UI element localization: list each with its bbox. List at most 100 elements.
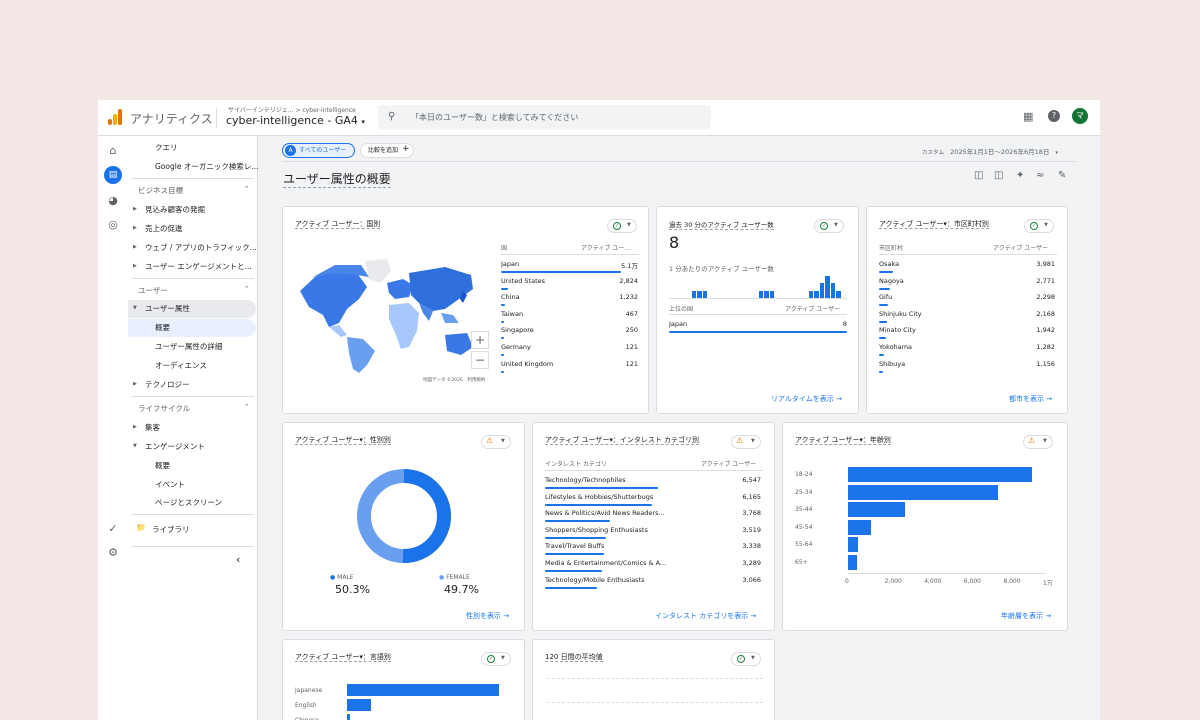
- nav-item-acquisition[interactable]: 集客: [145, 422, 160, 433]
- table-row-label[interactable]: Japan: [501, 260, 519, 268]
- status-dropdown[interactable]: ✓ ▼: [1024, 219, 1054, 233]
- nav-item-organic-search[interactable]: Google オーガニック検索レ...: [155, 161, 258, 172]
- table-row-label[interactable]: Shinjuku City: [879, 310, 922, 318]
- card-title[interactable]: アクティブ ユーザー▾：言語別: [295, 652, 391, 662]
- table-row-label[interactable]: United States: [501, 277, 545, 285]
- edit-comparisons-icon[interactable]: ◫: [974, 170, 983, 181]
- date-range-picker[interactable]: カスタム 2025年1月1日～2026年6月18日 ▾: [922, 146, 1058, 156]
- age-bar[interactable]: [848, 467, 1033, 482]
- zoom-in-button[interactable]: +: [471, 331, 489, 349]
- reports-icon[interactable]: ▤: [104, 166, 122, 184]
- minute-bar[interactable]: [764, 290, 769, 298]
- share-icon[interactable]: ✦: [1016, 170, 1024, 181]
- expand-arrow-icon[interactable]: ▶: [133, 263, 137, 269]
- status-dropdown[interactable]: ✓ ▼: [481, 652, 511, 666]
- minute-bar[interactable]: [769, 290, 775, 298]
- view-realtime-link[interactable]: リアルタイムを表示 →: [771, 394, 842, 404]
- status-dropdown[interactable]: ✓ ▼: [814, 219, 844, 233]
- home-icon[interactable]: ⌂: [106, 144, 120, 157]
- compare-columns-icon[interactable]: ◫: [994, 170, 1003, 181]
- avatar[interactable]: マ: [1072, 108, 1088, 124]
- nav-item-technology[interactable]: テクノロジー: [145, 379, 190, 390]
- minute-bar[interactable]: [691, 290, 697, 298]
- zoom-out-button[interactable]: −: [471, 351, 489, 369]
- expand-arrow-icon[interactable]: ▶: [133, 244, 137, 250]
- column-header-city[interactable]: 市区町村: [879, 243, 903, 252]
- nav-item-engagement-retention[interactable]: ユーザー エンゲージメントと...: [145, 261, 252, 272]
- nav-item-eng-overview[interactable]: 概要: [155, 460, 170, 471]
- table-row-label[interactable]: Travel/Travel Buffs: [545, 542, 604, 550]
- minute-bar[interactable]: [702, 290, 708, 298]
- collapse-arrow-icon[interactable]: ▼: [133, 443, 137, 449]
- status-dropdown[interactable]: ✓ ▼: [731, 652, 761, 666]
- table-row-label[interactable]: Gifu: [879, 293, 892, 301]
- chevron-up-icon[interactable]: ⌃: [244, 185, 250, 193]
- chevron-up-icon[interactable]: ⌃: [244, 403, 250, 411]
- table-row-label[interactable]: Yokohama: [879, 343, 912, 351]
- chevron-up-icon[interactable]: ⌃: [244, 285, 250, 293]
- map-attribution[interactable]: 地図データ ©2026 利用規約: [423, 377, 485, 383]
- nav-heading-lifecycle[interactable]: ライフサイクル: [138, 403, 190, 414]
- expand-arrow-icon[interactable]: ▶: [133, 225, 137, 231]
- nav-item-sales[interactable]: 売上の促進: [145, 223, 183, 234]
- table-row-label[interactable]: Nagoya: [879, 277, 904, 285]
- advertising-icon[interactable]: ◎: [106, 218, 120, 231]
- column-header-country[interactable]: 国: [501, 243, 507, 252]
- card-title[interactable]: 120 日間の平均値: [545, 652, 603, 662]
- column-header-active-users[interactable]: アクティブ ユーザー: [701, 459, 756, 468]
- nav-item-audience[interactable]: オーディエンス: [155, 360, 207, 371]
- status-dropdown[interactable]: ⚠ ▼: [1023, 435, 1053, 449]
- minute-bar[interactable]: [830, 283, 836, 298]
- card-title[interactable]: アクティブ ユーザー▾：年齢別: [795, 435, 891, 445]
- minute-bar[interactable]: [836, 290, 841, 298]
- settings-gear-icon[interactable]: ⚙: [106, 546, 120, 559]
- view-age-link[interactable]: 年齢層を表示 →: [1001, 611, 1051, 621]
- column-header-active-users[interactable]: アクティブ ユーザー: [785, 304, 840, 313]
- age-bar[interactable]: [848, 484, 999, 500]
- status-dropdown[interactable]: ✓ ▼: [607, 219, 637, 233]
- nav-item-events[interactable]: イベント: [155, 479, 185, 490]
- view-gender-link[interactable]: 性別を表示 →: [466, 611, 509, 621]
- nav-item-traffic[interactable]: ウェブ / アプリのトラフィック...: [145, 242, 257, 253]
- minute-bar[interactable]: [825, 276, 830, 298]
- apps-grid-icon[interactable]: ▦: [1023, 110, 1033, 123]
- column-header-active-users[interactable]: アクティブ ユー...: [581, 243, 630, 252]
- card-title[interactable]: アクティブ ユーザー▾：インタレスト カテゴリ別: [545, 435, 700, 445]
- table-row-label[interactable]: China: [501, 293, 520, 301]
- status-dropdown[interactable]: ⚠ ▼: [731, 435, 761, 449]
- nav-item-leads[interactable]: 見込み顧客の発掘: [145, 204, 205, 215]
- table-row-label[interactable]: Singapore: [501, 326, 534, 334]
- all-users-chip[interactable]: A すべてのユーザー: [282, 143, 355, 158]
- card-title[interactable]: アクティブ ユーザー▾：市区町村別: [879, 219, 989, 229]
- view-cities-link[interactable]: 都市を表示 →: [1009, 394, 1052, 404]
- table-row-label[interactable]: Osaka: [879, 260, 899, 268]
- age-bar[interactable]: [848, 519, 871, 535]
- nav-heading-user[interactable]: ユーザー: [138, 285, 168, 296]
- check-circle-icon[interactable]: ✓: [106, 522, 120, 535]
- search-bar[interactable]: ⚲ 「本日のユーザー数」と検索してみてください: [378, 105, 711, 129]
- expand-arrow-icon[interactable]: ▶: [133, 206, 137, 212]
- table-row-label[interactable]: Media & Entertainment/Comics & A...: [545, 559, 666, 567]
- collapse-nav-chevron-icon[interactable]: ‹: [236, 553, 240, 566]
- explore-icon[interactable]: ◕: [106, 194, 120, 207]
- minute-bar[interactable]: [758, 290, 764, 298]
- table-row-label[interactable]: Germany: [501, 343, 531, 351]
- gender-donut-chart[interactable]: [354, 466, 454, 566]
- age-bar[interactable]: [848, 555, 857, 570]
- minute-bar[interactable]: [697, 290, 702, 298]
- property-selector[interactable]: cyber-intelligence - GA4 ▾: [226, 114, 365, 127]
- table-row-label[interactable]: Minato City: [879, 326, 916, 334]
- table-row-label[interactable]: Taiwan: [501, 310, 523, 318]
- table-row-label[interactable]: Technology/Technophiles: [545, 476, 626, 484]
- minute-bar[interactable]: [819, 283, 825, 298]
- world-map[interactable]: [295, 253, 475, 373]
- language-bar[interactable]: [347, 714, 351, 720]
- age-bar[interactable]: [848, 502, 906, 518]
- nav-item-library[interactable]: ライブラリ: [152, 524, 190, 535]
- breadcrumb[interactable]: サイバーインテリジェ... > cyber-intelligence: [228, 105, 356, 114]
- expand-arrow-icon[interactable]: ▶: [133, 381, 137, 387]
- card-title[interactable]: アクティブ ユーザー▾：性別別: [295, 435, 391, 445]
- collapse-arrow-icon[interactable]: ▼: [133, 305, 137, 311]
- table-row-label[interactable]: Shoppers/Shopping Enthusiasts: [545, 526, 648, 534]
- table-row-label[interactable]: News & Politics/Avid News Readers...: [545, 509, 665, 517]
